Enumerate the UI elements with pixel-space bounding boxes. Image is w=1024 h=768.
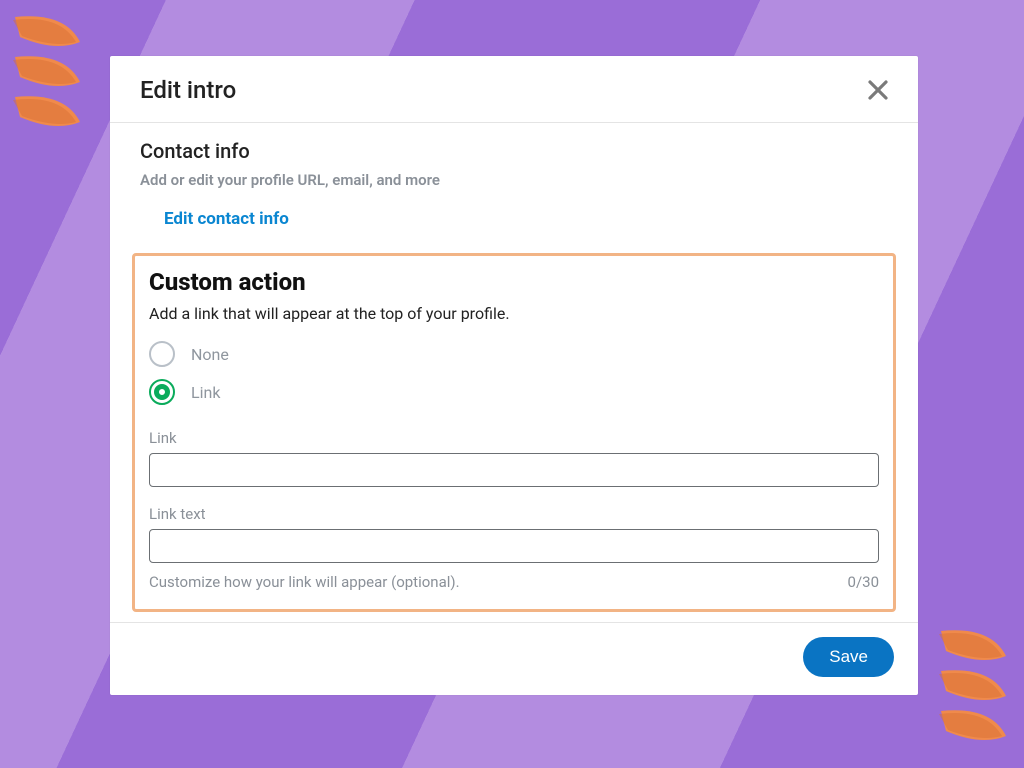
custom-action-sub: Add a link that will appear at the top o… bbox=[149, 304, 879, 323]
modal-header: Edit intro bbox=[110, 56, 918, 123]
link-input[interactable] bbox=[149, 453, 879, 487]
linktext-hint: Customize how your link will appear (opt… bbox=[149, 573, 460, 591]
linktext-field-block: Link text Customize how your link will a… bbox=[149, 505, 879, 591]
contact-info-sub: Add or edit your profile URL, email, and… bbox=[140, 171, 888, 189]
decorative-leaves-top-left bbox=[10, 12, 88, 142]
linktext-hint-row: Customize how your link will appear (opt… bbox=[149, 573, 879, 591]
link-field-block: Link bbox=[149, 429, 879, 487]
modal-body: Contact info Add or edit your profile UR… bbox=[110, 123, 918, 612]
linktext-input[interactable] bbox=[149, 529, 879, 563]
radio-none-label: None bbox=[191, 345, 229, 364]
custom-action-highlight: Custom action Add a link that will appea… bbox=[132, 253, 896, 612]
custom-action-heading: Custom action bbox=[149, 268, 879, 296]
modal-footer: Save bbox=[110, 622, 918, 695]
radio-option-none[interactable]: None bbox=[149, 341, 879, 367]
save-button[interactable]: Save bbox=[803, 637, 894, 677]
linktext-field-label: Link text bbox=[149, 505, 879, 523]
radio-link-icon bbox=[149, 379, 175, 405]
linktext-counter: 0/30 bbox=[848, 573, 879, 591]
radio-none-icon bbox=[149, 341, 175, 367]
radio-option-link[interactable]: Link bbox=[149, 379, 879, 405]
link-field-label: Link bbox=[149, 429, 879, 447]
decorative-leaves-bottom-right bbox=[936, 626, 1014, 756]
edit-intro-modal: Edit intro Contact info Add or edit your… bbox=[110, 56, 918, 695]
radio-link-label: Link bbox=[191, 383, 220, 402]
close-icon[interactable] bbox=[864, 76, 892, 104]
contact-info-heading: Contact info bbox=[140, 139, 888, 163]
modal-title: Edit intro bbox=[140, 76, 236, 104]
edit-contact-info-link[interactable]: Edit contact info bbox=[140, 207, 289, 237]
